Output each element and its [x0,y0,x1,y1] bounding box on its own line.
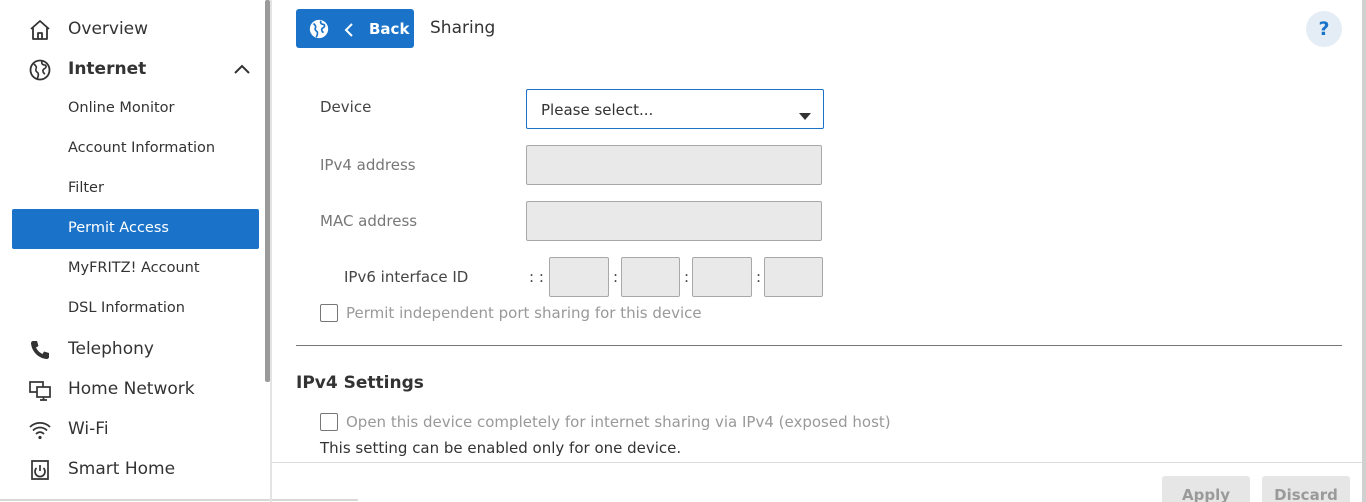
sidebar-item-account-information[interactable]: Account Information [12,129,259,169]
ipv4-address-label: IPv4 address [320,156,416,174]
sidebar-item-label: Permit Access [68,220,169,236]
exposed-host-hint: This setting can be enabled only for one… [320,439,682,457]
globe-icon [28,58,52,82]
mac-address-label: MAC address [320,212,418,230]
wifi-icon [28,418,52,442]
sidebar-item-label: Home Network [68,379,195,399]
ipv6-separator: : [613,268,619,286]
page-scrollbar[interactable] [1362,0,1366,502]
ipv6-field-2 [621,257,680,297]
sidebar-item-filter[interactable]: Filter [12,169,259,209]
device-select-value: Please select... [541,101,654,119]
ipv4-address-field [526,145,822,185]
sidebar-item-label: Account Information [68,140,216,156]
network-icon [28,378,52,402]
sidebar-item-label: MyFRITZ! Account [68,260,200,276]
ipv6-field-1 [549,257,609,297]
sidebar-item-label: Wi-Fi [68,419,109,439]
ipv6-prefix: : : [529,268,544,286]
mac-address-field [526,201,822,241]
ipv6-separator: : [684,268,690,286]
chevron-left-icon [344,22,354,37]
main-content: Back Sharing ? Device Please select... I… [272,0,1366,502]
port-sharing-checkbox[interactable] [320,304,338,322]
sidebar-item-telephony[interactable]: Telephony [0,329,258,369]
sidebar-item-label: Internet [68,59,147,79]
footer-divider [272,462,1366,463]
device-label: Device [320,98,372,116]
ipv6-field-4 [764,257,823,297]
phone-icon [28,338,52,362]
sidebar-item-label: Telephony [68,339,154,359]
port-sharing-label: Permit independent port sharing for this… [346,304,702,322]
sidebar-item-label: Online Monitor [68,100,175,116]
sidebar-item-permit-access[interactable]: Permit Access [12,209,259,249]
back-button-label: Back [369,20,410,38]
discard-button[interactable]: Discard [1262,476,1350,502]
ipv6-interface-id-label: IPv6 interface ID [344,268,469,286]
sidebar-item-label: DSL Information [68,300,185,316]
help-button[interactable]: ? [1306,11,1342,47]
section-divider [296,345,1342,346]
home-icon [28,18,52,42]
chevron-up-icon[interactable] [232,61,252,77]
sidebar-item-dsl-information[interactable]: DSL Information [12,289,259,329]
sidebar-item-label: Overview [68,19,149,39]
sidebar-item-internet[interactable]: Internet [0,49,258,89]
sidebar-item-smart-home[interactable]: Smart Home [0,449,258,489]
sidebar-item-myfritz-account[interactable]: MyFRITZ! Account [12,249,259,289]
ipv4-settings-heading: IPv4 Settings [296,373,424,393]
exposed-host-checkbox[interactable] [320,413,338,431]
back-button[interactable]: Back [296,9,414,48]
sidebar-item-overview[interactable]: Overview [0,9,258,49]
ipv6-field-3 [692,257,752,297]
caret-down-icon [799,106,811,120]
sidebar-item-wifi[interactable]: Wi-Fi [0,409,258,449]
ipv6-separator: : [756,268,762,286]
sidebar-item-label: Filter [68,180,104,196]
sidebar-item-home-network[interactable]: Home Network [0,369,258,409]
page-title: Sharing [430,18,496,38]
exposed-host-label: Open this device completely for internet… [346,413,891,431]
apply-button[interactable]: Apply [1162,476,1250,502]
device-select[interactable]: Please select... [526,89,824,129]
sidebar: Overview Internet Online Monitor Account… [0,0,358,502]
globe-icon [308,18,330,40]
sidebar-item-label: Smart Home [68,459,176,479]
sidebar-item-online-monitor[interactable]: Online Monitor [12,89,259,129]
smart-home-icon [28,458,52,482]
